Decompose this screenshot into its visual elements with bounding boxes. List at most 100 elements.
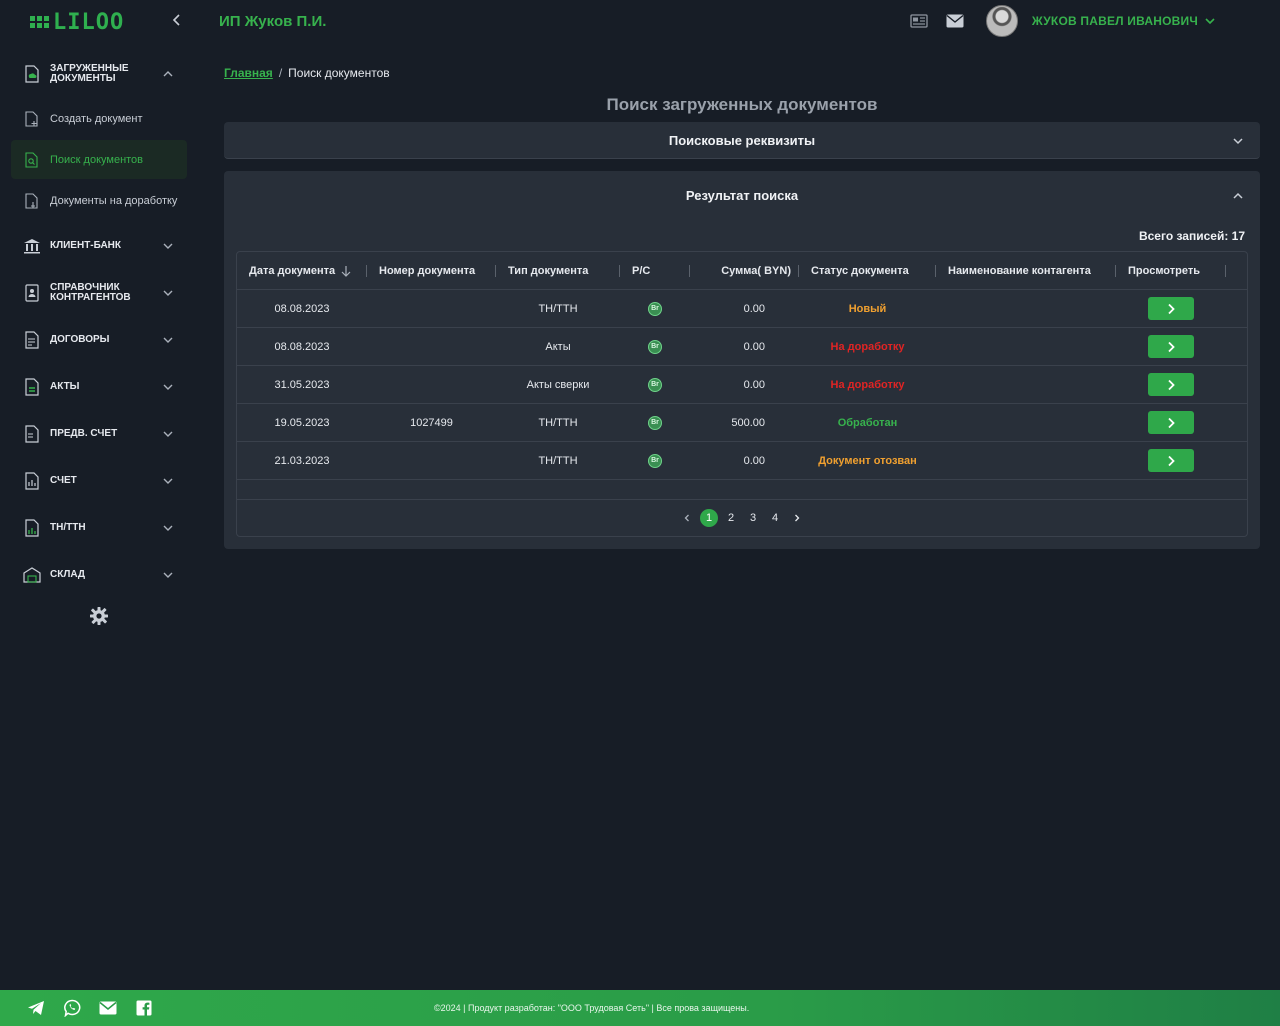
view-document-button[interactable] xyxy=(1148,411,1194,434)
cell-view xyxy=(1116,290,1226,327)
sidebar-section-counterparties[interactable]: СПРАВОЧНИК КОНТРАГЕНТОВ xyxy=(0,269,198,316)
sidebar-section-acts[interactable]: АКТЫ xyxy=(0,363,198,410)
search-results-toggle[interactable]: Результат поиска xyxy=(224,171,1260,220)
column-header-date[interactable]: Дата документа xyxy=(237,252,367,289)
cell-type-text: Акты сверки xyxy=(526,378,590,391)
search-criteria-panel: Поисковые реквизиты xyxy=(224,122,1260,159)
column-header-counterparty[interactable]: Наименование контагента xyxy=(936,252,1116,289)
cell-number: 1027499 xyxy=(367,404,496,441)
column-header-account[interactable]: Р/С xyxy=(620,252,690,289)
sidebar-section-contracts[interactable]: ДОГОВОРЫ xyxy=(0,316,198,363)
cell-sum: 0.00 xyxy=(690,366,799,403)
cell-type: ТН/ТТН xyxy=(496,404,620,441)
column-header-status[interactable]: Статус документа xyxy=(799,252,936,289)
logo-text: LILOO xyxy=(53,9,125,35)
gear-icon xyxy=(90,607,108,625)
chevron-right-icon xyxy=(1168,417,1175,428)
sidebar-item-search-documents[interactable]: Поиск документов xyxy=(11,140,187,179)
sidebar-item-docs-for-revision[interactable]: Документы на доработку xyxy=(11,181,187,220)
breadcrumb-home-link[interactable]: Главная xyxy=(224,66,273,80)
sidebar-section-waybill[interactable]: ТН/ТТН xyxy=(0,504,198,551)
cell-account: Br xyxy=(620,442,690,479)
cell-type-text: ТН/ТТН xyxy=(538,302,578,315)
cell-status: На доработку xyxy=(799,328,936,365)
sidebar-section-invoice[interactable]: СЧЕТ xyxy=(0,457,198,504)
logo[interactable]: LILOO xyxy=(30,9,125,35)
settings-button[interactable] xyxy=(89,606,109,626)
doc-search-icon xyxy=(24,151,40,168)
chevron-right-icon xyxy=(1168,303,1175,314)
chevron-down-icon xyxy=(163,337,173,343)
cell-account: Br xyxy=(620,366,690,403)
column-label: Наименование контагента xyxy=(948,264,1091,277)
column-label: Просмотреть xyxy=(1128,264,1200,277)
pagination: 1 2 3 4 xyxy=(237,499,1247,536)
panel-title: Поисковые реквизиты xyxy=(668,133,816,148)
cell-type: ТН/ТТН xyxy=(496,442,620,479)
column-header-sum[interactable]: Сумма( BYN) xyxy=(690,252,799,289)
column-header-type[interactable]: Тип документа xyxy=(496,252,620,289)
email-link[interactable] xyxy=(99,999,117,1017)
sidebar-section-uploaded-docs[interactable]: ЗАГРУЖЕННЫЕ ДОКУМЕНТЫ xyxy=(0,50,198,97)
view-document-button[interactable] xyxy=(1148,335,1194,358)
view-document-button[interactable] xyxy=(1148,449,1194,472)
cell-status-text: Обработан xyxy=(837,416,898,429)
cell-counterparty xyxy=(936,328,1116,365)
cell-type-text: Акты xyxy=(545,340,571,353)
sidebar-section-label: АКТЫ xyxy=(50,380,80,392)
sidebar-section-proforma[interactable]: ПРЕДВ. СЧЕТ xyxy=(0,410,198,457)
currency-badge: Br xyxy=(648,377,662,392)
viber-link[interactable] xyxy=(63,999,81,1017)
view-document-button[interactable] xyxy=(1148,373,1194,396)
cell-status: Документ отозван xyxy=(799,442,936,479)
view-document-button[interactable] xyxy=(1148,297,1194,320)
chevron-up-icon xyxy=(1233,192,1243,199)
prev-page-button[interactable] xyxy=(678,509,696,527)
collapse-sidebar-button[interactable] xyxy=(168,12,186,30)
cloud-doc-icon xyxy=(23,64,41,83)
copyright-text: ©2024 | Продукт разработан: "ООО Трудова… xyxy=(434,1003,750,1013)
cell-status: Обработан xyxy=(799,404,936,441)
telegram-link[interactable] xyxy=(27,999,45,1017)
cell-date-text: 31.05.2023 xyxy=(274,378,330,391)
page-button-1[interactable]: 1 xyxy=(700,509,718,527)
currency-badge: Br xyxy=(648,339,662,354)
facebook-link[interactable] xyxy=(135,999,153,1017)
sidebar-section-warehouse[interactable]: СКЛАД xyxy=(0,551,198,598)
column-header-view[interactable]: Просмотреть xyxy=(1116,252,1226,289)
column-label: Дата документа xyxy=(249,264,336,277)
cell-type-text: ТН/ТТН xyxy=(538,416,578,429)
cell-status-text: На доработку xyxy=(830,378,905,391)
page-button-3[interactable]: 3 xyxy=(744,509,762,527)
news-button[interactable] xyxy=(908,10,930,32)
search-criteria-toggle[interactable]: Поисковые реквизиты xyxy=(224,122,1260,159)
sidebar-section-label-line2: ДОКУМЕНТЫ xyxy=(50,72,116,84)
column-header-number[interactable]: Номер документа xyxy=(367,252,496,289)
breadcrumb: Главная / Поиск документов xyxy=(224,66,390,80)
mail-icon xyxy=(946,14,964,28)
cell-date: 21.03.2023 xyxy=(237,442,367,479)
cell-status-text: На доработку xyxy=(830,340,905,353)
sidebar-section-label: КЛИЕНТ-БАНК xyxy=(50,239,121,251)
cell-view xyxy=(1116,442,1226,479)
user-menu[interactable]: ЖУКОВ ПАВЕЛ ИВАНОВИЧ xyxy=(1032,14,1216,28)
contract-icon xyxy=(23,330,41,349)
sidebar-item-label: Создать документ xyxy=(50,112,143,125)
logo-mark-icon xyxy=(30,16,49,28)
avatar[interactable] xyxy=(985,5,1018,37)
cell-view xyxy=(1116,404,1226,441)
chevron-left-icon xyxy=(172,14,180,26)
bank-icon xyxy=(23,237,41,255)
next-page-button[interactable] xyxy=(788,509,806,527)
cell-sum: 0.00 xyxy=(690,328,799,365)
sidebar-item-create-document[interactable]: Создать документ xyxy=(11,99,187,138)
page-button-2[interactable]: 2 xyxy=(722,509,740,527)
search-results-panel: Результат поиска Всего записей: 17 Дата … xyxy=(224,171,1260,549)
chevron-left-icon xyxy=(684,514,689,522)
messages-button[interactable] xyxy=(944,10,966,32)
page-button-4[interactable]: 4 xyxy=(766,509,784,527)
footer: ©2024 | Продукт разработан: "ООО Трудова… xyxy=(0,990,1280,1026)
sidebar-item-label: Документы на доработку xyxy=(50,194,178,207)
sidebar-section-client-bank[interactable]: КЛИЕНТ-БАНК xyxy=(0,222,198,269)
chevron-down-icon xyxy=(163,384,173,390)
